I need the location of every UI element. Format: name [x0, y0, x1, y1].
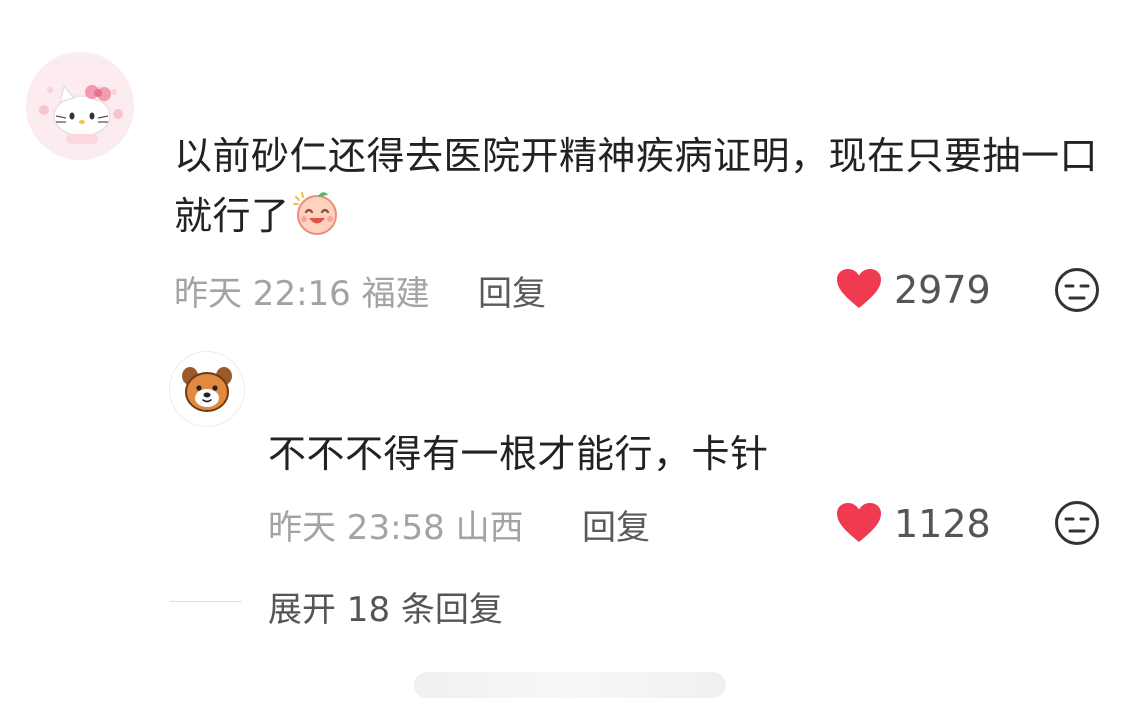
heart-icon: [837, 269, 881, 308]
heart-icon: [837, 503, 881, 542]
dog-avatar-icon: [170, 352, 244, 426]
reply-reply-button[interactable]: 回复: [582, 500, 650, 549]
hello-kitty-avatar-icon: [26, 52, 134, 160]
expand-replies-button[interactable]: 展开 18 条回复: [268, 582, 503, 631]
comment-like-button[interactable]: [836, 268, 882, 314]
reply-dislike-button[interactable]: [1054, 500, 1100, 550]
dislike-face-icon: [1055, 268, 1099, 312]
reply-meta: 昨天 23:58 山西: [268, 500, 524, 549]
reply-time: 昨天 23:58: [268, 508, 445, 548]
comment-text: 以前砂仁还得去医院开精神疾病证明，现在只要抽一口就行了: [174, 126, 1104, 246]
comment-like-count: 2979: [894, 268, 991, 312]
reply-avatar[interactable]: [170, 352, 244, 426]
comment-time: 昨天 22:16: [174, 274, 351, 314]
comment-location: 福建: [361, 274, 430, 314]
dislike-face-icon: [1055, 501, 1099, 545]
comment-avatar[interactable]: [26, 52, 134, 160]
comment-meta: 昨天 22:16 福建: [174, 266, 430, 315]
expand-divider: [170, 601, 242, 602]
reply-like-count: 1128: [894, 502, 991, 546]
loading-placeholder: [414, 672, 726, 698]
comment-dislike-button[interactable]: [1054, 267, 1100, 317]
comment-reply-button[interactable]: 回复: [478, 266, 546, 315]
laughing-face-emoji-icon: [292, 192, 337, 235]
reply-like-button[interactable]: [836, 502, 882, 548]
reply-text: 不不不得有一根才能行，卡针: [268, 432, 769, 476]
reply-location: 山西: [455, 508, 524, 548]
